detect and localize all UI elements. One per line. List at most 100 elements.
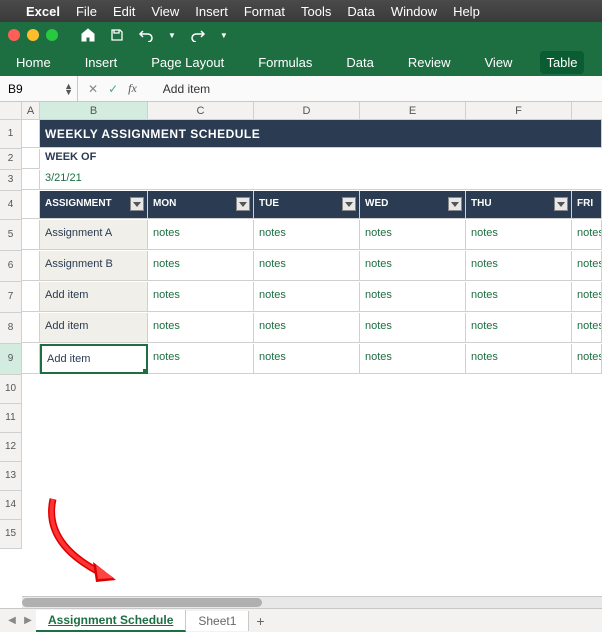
filter-icon[interactable]: [130, 197, 144, 211]
sheet-nav-prev[interactable]: ◀: [4, 613, 20, 629]
row-header[interactable]: 9: [0, 344, 22, 375]
sheet-tab-active[interactable]: Assignment Schedule: [36, 610, 186, 632]
cell[interactable]: notes: [360, 313, 466, 343]
header-wed[interactable]: WED: [360, 191, 466, 219]
row-header[interactable]: 6: [0, 251, 22, 282]
col-header-d[interactable]: D: [254, 102, 360, 119]
col-header-e[interactable]: E: [360, 102, 466, 119]
header-thu[interactable]: THU: [466, 191, 572, 219]
menu-file[interactable]: File: [76, 4, 97, 19]
menu-help[interactable]: Help: [453, 4, 480, 19]
filter-icon[interactable]: [448, 197, 462, 211]
cell[interactable]: [22, 251, 40, 281]
menu-insert[interactable]: Insert: [195, 4, 228, 19]
cell[interactable]: [22, 220, 40, 250]
row-header[interactable]: 3: [0, 170, 22, 191]
cell[interactable]: notes: [148, 251, 254, 281]
filter-icon[interactable]: [554, 197, 568, 211]
row-header[interactable]: 14: [0, 491, 22, 520]
menu-view[interactable]: View: [151, 4, 179, 19]
zoom-button[interactable]: [46, 29, 58, 41]
row-header[interactable]: 11: [0, 404, 22, 433]
sheet-nav-next[interactable]: ▶: [20, 613, 36, 629]
title-cell[interactable]: WEEKLY ASSIGNMENT SCHEDULE: [40, 120, 602, 148]
row-header[interactable]: 10: [0, 375, 22, 404]
cell[interactable]: [22, 462, 602, 490]
cell[interactable]: notes: [360, 220, 466, 250]
save-icon[interactable]: [110, 28, 124, 42]
undo-icon[interactable]: [138, 28, 154, 42]
tab-home[interactable]: Home: [10, 51, 57, 74]
row-header[interactable]: 2: [0, 149, 22, 170]
cell[interactable]: notes: [572, 282, 602, 312]
app-menu[interactable]: Excel: [26, 4, 60, 19]
cell[interactable]: notes: [360, 344, 466, 374]
tab-page-layout[interactable]: Page Layout: [145, 51, 230, 74]
cell[interactable]: notes: [572, 313, 602, 343]
cell[interactable]: [22, 520, 602, 548]
row-header[interactable]: 12: [0, 433, 22, 462]
minimize-button[interactable]: [27, 29, 39, 41]
cancel-icon[interactable]: ✕: [88, 82, 98, 96]
cell[interactable]: [22, 375, 602, 403]
header-fri[interactable]: FRI: [572, 191, 602, 219]
cell[interactable]: notes: [254, 344, 360, 374]
row-header[interactable]: 13: [0, 462, 22, 491]
col-header-b[interactable]: B: [40, 102, 148, 119]
col-header-a[interactable]: A: [22, 102, 40, 119]
filter-icon[interactable]: [236, 197, 250, 211]
header-assignment[interactable]: ASSIGNMENT: [40, 191, 148, 219]
cell[interactable]: [22, 344, 40, 374]
cell-assignment[interactable]: Add item: [40, 313, 148, 343]
cell[interactable]: notes: [148, 313, 254, 343]
row-header[interactable]: 8: [0, 313, 22, 344]
cell[interactable]: notes: [466, 251, 572, 281]
menu-edit[interactable]: Edit: [113, 4, 135, 19]
col-header-f[interactable]: F: [466, 102, 572, 119]
tab-review[interactable]: Review: [402, 51, 457, 74]
tab-insert[interactable]: Insert: [79, 51, 124, 74]
cell[interactable]: notes: [254, 220, 360, 250]
cell[interactable]: [22, 491, 602, 519]
cell[interactable]: notes: [572, 251, 602, 281]
close-button[interactable]: [8, 29, 20, 41]
row-header[interactable]: 7: [0, 282, 22, 313]
menu-tools[interactable]: Tools: [301, 4, 331, 19]
tab-table[interactable]: Table: [540, 51, 583, 74]
week-of-date[interactable]: 3/21/21: [40, 170, 602, 190]
menu-format[interactable]: Format: [244, 4, 285, 19]
cell[interactable]: [22, 313, 40, 343]
cell-assignment[interactable]: Assignment A: [40, 220, 148, 250]
menu-data[interactable]: Data: [347, 4, 374, 19]
row-header[interactable]: 1: [0, 120, 22, 149]
cell[interactable]: notes: [148, 344, 254, 374]
cell[interactable]: [22, 191, 40, 219]
cell[interactable]: notes: [148, 282, 254, 312]
cell[interactable]: [22, 149, 40, 169]
select-all-button[interactable]: [0, 102, 22, 119]
row-header[interactable]: 5: [0, 220, 22, 251]
cell[interactable]: notes: [254, 282, 360, 312]
home-icon[interactable]: [80, 27, 96, 43]
filter-icon[interactable]: [342, 197, 356, 211]
menu-window[interactable]: Window: [391, 4, 437, 19]
cell-assignment[interactable]: Add item: [40, 282, 148, 312]
cell[interactable]: notes: [572, 220, 602, 250]
cell[interactable]: notes: [148, 220, 254, 250]
redo-icon[interactable]: [190, 28, 206, 42]
redo-dropdown-icon[interactable]: ▼: [220, 31, 228, 40]
cell[interactable]: [22, 282, 40, 312]
cell[interactable]: [22, 404, 602, 432]
cell[interactable]: notes: [466, 282, 572, 312]
name-box[interactable]: B9 ▲▼: [0, 76, 78, 101]
undo-dropdown-icon[interactable]: ▼: [168, 31, 176, 40]
cell[interactable]: notes: [254, 251, 360, 281]
cell[interactable]: notes: [254, 313, 360, 343]
active-cell[interactable]: Add item: [40, 344, 148, 374]
cell[interactable]: [22, 120, 40, 148]
cell[interactable]: [22, 433, 602, 461]
add-sheet-button[interactable]: +: [249, 613, 271, 629]
tab-view[interactable]: View: [479, 51, 519, 74]
tab-data[interactable]: Data: [340, 51, 379, 74]
scrollbar-thumb[interactable]: [22, 598, 262, 607]
